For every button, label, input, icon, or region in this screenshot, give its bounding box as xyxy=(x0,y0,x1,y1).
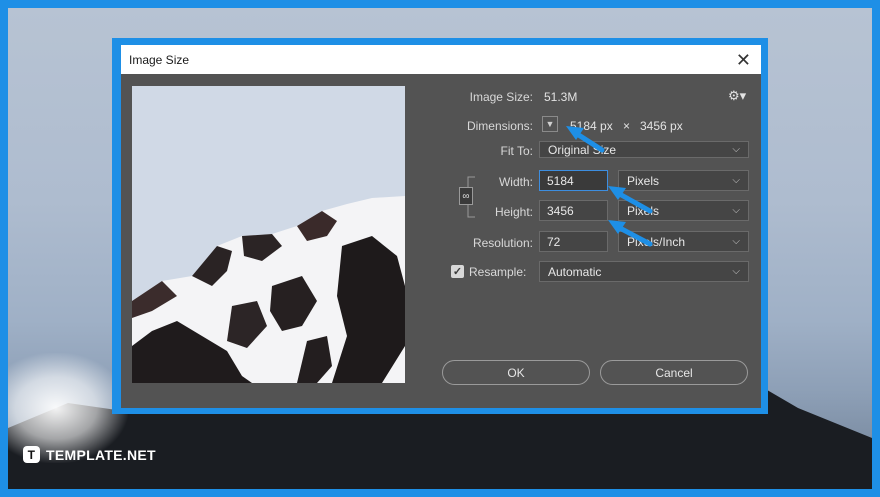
chevron-down-icon: ⌵ xyxy=(732,236,740,247)
dimensions-label: Dimensions: xyxy=(466,119,533,133)
fit-to-select[interactable]: Original Size ⌵ xyxy=(539,141,749,158)
height-unit-value: Pixels xyxy=(627,203,660,218)
snow-mountain-preview-image xyxy=(132,86,405,383)
height-label: Height: xyxy=(494,205,533,219)
constrain-link-icon[interactable]: ∞ xyxy=(459,187,473,205)
dialog-titlebar: Image Size ✕ xyxy=(121,45,761,74)
height-unit-select[interactable]: Pixels ⌵ xyxy=(618,200,749,221)
resample-select[interactable]: Automatic ⌵ xyxy=(539,261,749,282)
chevron-down-icon: ⌵ xyxy=(732,205,740,216)
close-icon[interactable]: ✕ xyxy=(736,51,751,69)
image-size-value: 51.3M xyxy=(544,90,578,104)
chevron-down-icon[interactable]: ▼ xyxy=(542,116,558,132)
fit-to-value: Original Size xyxy=(548,142,617,157)
chevron-down-icon: ⌵ xyxy=(732,144,740,155)
cancel-button[interactable]: Cancel xyxy=(600,360,748,385)
fit-to-label: Fit To: xyxy=(500,144,533,158)
width-input[interactable] xyxy=(539,170,608,191)
resolution-input[interactable] xyxy=(539,231,608,252)
width-unit-select[interactable]: Pixels ⌵ xyxy=(618,170,749,191)
chevron-down-icon: ⌵ xyxy=(732,266,740,277)
resolution-label: Resolution: xyxy=(472,236,533,250)
width-unit-value: Pixels xyxy=(627,173,660,188)
dimensions-width: 5184 px xyxy=(570,119,613,133)
resample-checkbox[interactable]: ✓ xyxy=(451,265,464,278)
image-preview[interactable] xyxy=(132,86,405,383)
width-label: Width: xyxy=(498,175,533,189)
resample-value: Automatic xyxy=(548,264,602,279)
ok-button[interactable]: OK xyxy=(442,360,590,385)
resolution-unit-value: Pixels/Inch xyxy=(627,234,686,249)
brand-logo: T TEMPLATE.NET xyxy=(23,446,156,463)
height-input[interactable] xyxy=(539,200,608,221)
dimensions-height: 3456 px xyxy=(640,119,683,133)
dialog-title: Image Size xyxy=(129,52,190,67)
dimensions-times: × xyxy=(623,119,631,133)
image-size-label: Image Size: xyxy=(469,90,533,104)
gear-icon[interactable]: ⚙▾ xyxy=(728,88,746,104)
brand-mark-icon: T xyxy=(23,446,40,463)
resample-label: Resample: xyxy=(469,265,527,279)
brand-text: TEMPLATE.NET xyxy=(46,446,156,463)
chevron-down-icon: ⌵ xyxy=(732,175,740,186)
image-size-dialog: Image Size ✕ Image Size: 51.3M ⚙▾ Dimens… xyxy=(121,45,761,408)
resolution-unit-select[interactable]: Pixels/Inch ⌵ xyxy=(618,231,749,252)
